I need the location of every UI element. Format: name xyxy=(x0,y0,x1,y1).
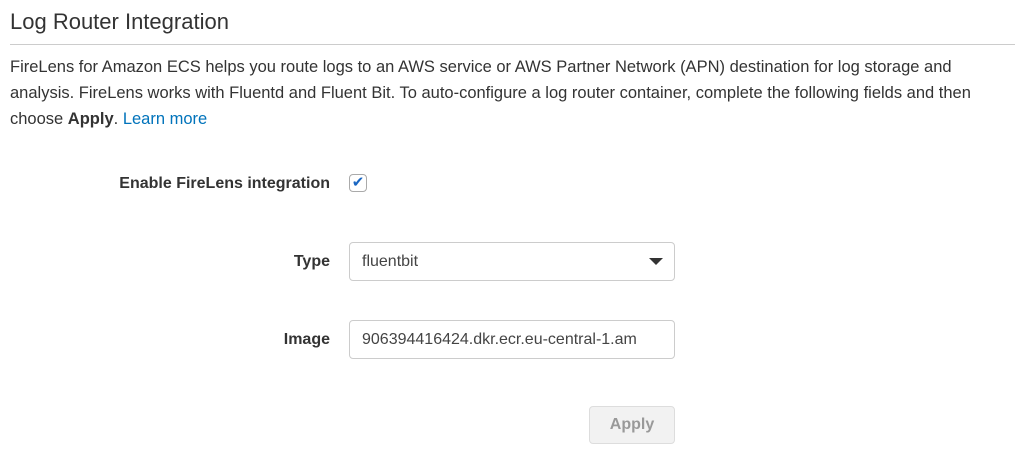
apply-button[interactable]: Apply xyxy=(589,406,675,444)
type-select[interactable]: fluentbit xyxy=(349,242,675,281)
checkmark-icon: ✔ xyxy=(351,174,365,191)
section-title: Log Router Integration xyxy=(10,9,229,34)
caret-down-icon xyxy=(649,258,663,265)
description: FireLens for Amazon ECS helps you route … xyxy=(10,54,1020,132)
description-text-end: . xyxy=(113,110,123,128)
learn-more-link[interactable]: Learn more xyxy=(123,110,207,128)
enable-firelens-label: Enable FireLens integration xyxy=(119,175,330,192)
image-label: Image xyxy=(283,331,330,348)
type-label: Type xyxy=(293,253,330,270)
image-input[interactable]: 906394416424.dkr.ecr.eu-central-1.am xyxy=(349,320,675,359)
enable-firelens-checkbox[interactable]: ✔ xyxy=(349,174,367,192)
divider xyxy=(10,44,1015,45)
type-select-value: fluentbit xyxy=(362,253,419,270)
description-bold: Apply xyxy=(67,110,114,128)
